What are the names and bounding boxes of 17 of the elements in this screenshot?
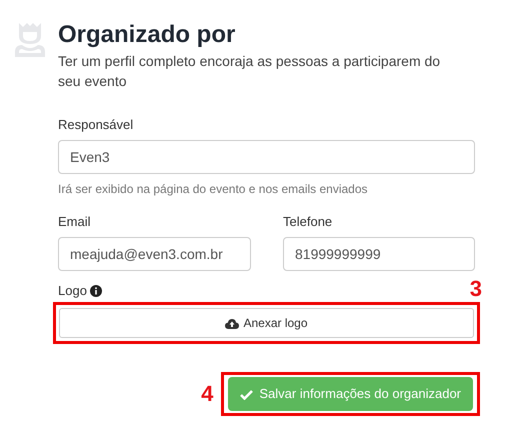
help-text: Irá ser exibido na página do evento e nos emails enviados (58, 181, 368, 198)
field-label: Email (58, 213, 91, 231)
attach-logo-button[interactable]: Anexar logo (59, 308, 474, 338)
field-label: Logo (58, 282, 87, 300)
field-label: Telefone (283, 213, 332, 231)
email-field[interactable]: meajuda@even3.com.br (58, 237, 251, 271)
step-number: 3 (470, 277, 482, 301)
phone-field[interactable]: 81999999999 (283, 237, 475, 271)
field-label: Responsável (58, 116, 134, 134)
step-number: 4 (201, 382, 214, 406)
responsible-field[interactable]: Even3 (58, 140, 475, 174)
user-icon (14, 22, 46, 58)
section-description: Ter um perfil completo encoraja as pessoas a participarem do seu evento (58, 52, 442, 91)
info-icon (90, 285, 102, 297)
cloud-upload-icon (225, 318, 240, 328)
check-icon (240, 388, 254, 400)
section-title: Organizado por (58, 20, 236, 50)
